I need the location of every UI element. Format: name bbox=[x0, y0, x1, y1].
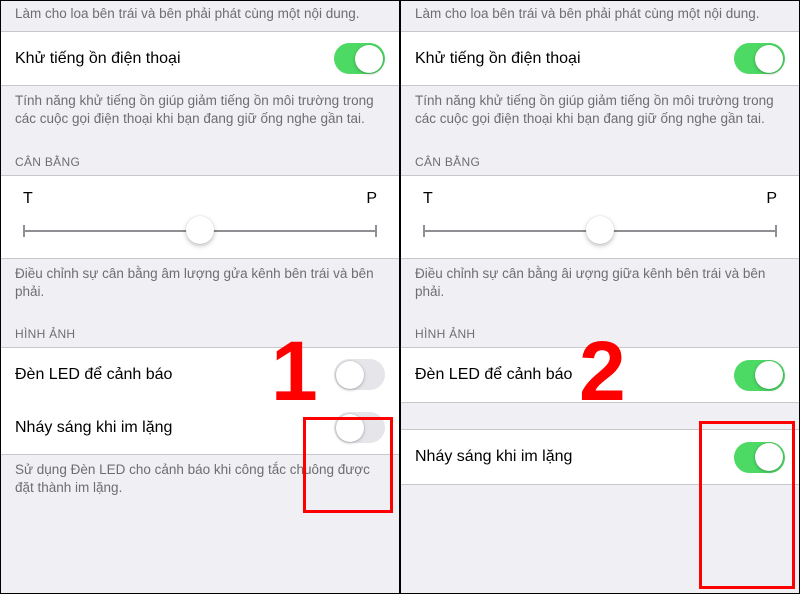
balance-left-mark: T bbox=[423, 190, 433, 208]
led-alert-label: Đèn LED để cảnh báo bbox=[15, 366, 172, 384]
balance-header: CÂN BẰNG bbox=[401, 137, 799, 175]
mono-audio-desc: Làm cho loa bên trái và bên phải phát cù… bbox=[1, 1, 399, 31]
balance-block: T P bbox=[401, 175, 799, 259]
flash-silent-cell[interactable]: Nháy sáng khi im lặng bbox=[1, 401, 399, 455]
comparison-wrapper: Làm cho loa bên trái và bên phải phát cù… bbox=[0, 0, 800, 594]
balance-header: CÂN BẰNG bbox=[1, 137, 399, 175]
flash-silent-toggle[interactable] bbox=[334, 412, 385, 443]
led-alert-cell[interactable]: Đèn LED để cảnh báo bbox=[1, 347, 399, 402]
balance-left-mark: T bbox=[23, 190, 33, 208]
led-alert-cell[interactable]: Đèn LED để cảnh báo bbox=[401, 347, 799, 403]
noise-cancel-toggle[interactable] bbox=[334, 43, 385, 74]
noise-cancel-desc: Tính năng khử tiếng ồn giúp giảm tiếng ồ… bbox=[401, 86, 799, 136]
flash-silent-cell[interactable]: Nháy sáng khi im lặng bbox=[401, 429, 799, 485]
image-header: HÌNH ẢNH bbox=[1, 309, 399, 347]
noise-cancel-label: Khử tiếng ồn điện thoại bbox=[15, 50, 181, 68]
noise-cancel-label: Khử tiếng ồn điện thoại bbox=[415, 50, 581, 68]
balance-desc: Điều chỉnh sự cân bằng âi ượng giữa kênh… bbox=[401, 259, 799, 309]
balance-slider[interactable] bbox=[23, 222, 377, 240]
led-desc: Sử dụng Đèn LED cho cảnh báo khi công tắ… bbox=[1, 455, 399, 505]
image-header: HÌNH ẢNH bbox=[401, 309, 799, 347]
balance-slider-thumb[interactable] bbox=[186, 216, 214, 244]
balance-right-mark: P bbox=[766, 190, 777, 208]
noise-cancel-desc: Tính năng khử tiếng ồn giúp giảm tiếng ồ… bbox=[1, 86, 399, 136]
led-alert-label: Đèn LED để cảnh báo bbox=[415, 366, 572, 384]
flash-silent-label: Nháy sáng khi im lặng bbox=[15, 419, 172, 437]
panel-left: Làm cho loa bên trái và bên phải phát cù… bbox=[1, 1, 399, 593]
led-alert-toggle[interactable] bbox=[334, 359, 385, 390]
balance-slider-thumb[interactable] bbox=[586, 216, 614, 244]
flash-silent-label: Nháy sáng khi im lặng bbox=[415, 448, 572, 466]
mono-audio-desc: Làm cho loa bên trái và bên phải phát cù… bbox=[401, 1, 799, 31]
noise-cancel-cell[interactable]: Khử tiếng ồn điện thoại bbox=[1, 31, 399, 86]
led-alert-toggle[interactable] bbox=[734, 360, 785, 391]
balance-right-mark: P bbox=[366, 190, 377, 208]
noise-cancel-toggle[interactable] bbox=[734, 43, 785, 74]
balance-block: T P bbox=[1, 175, 399, 259]
panel-right: Làm cho loa bên trái và bên phải phát cù… bbox=[399, 1, 799, 593]
noise-cancel-cell[interactable]: Khử tiếng ồn điện thoại bbox=[401, 31, 799, 86]
balance-desc: Điều chỉnh sự cân bằng âm lượng gửa kênh… bbox=[1, 259, 399, 309]
balance-slider[interactable] bbox=[423, 222, 777, 240]
flash-silent-toggle[interactable] bbox=[734, 442, 785, 473]
